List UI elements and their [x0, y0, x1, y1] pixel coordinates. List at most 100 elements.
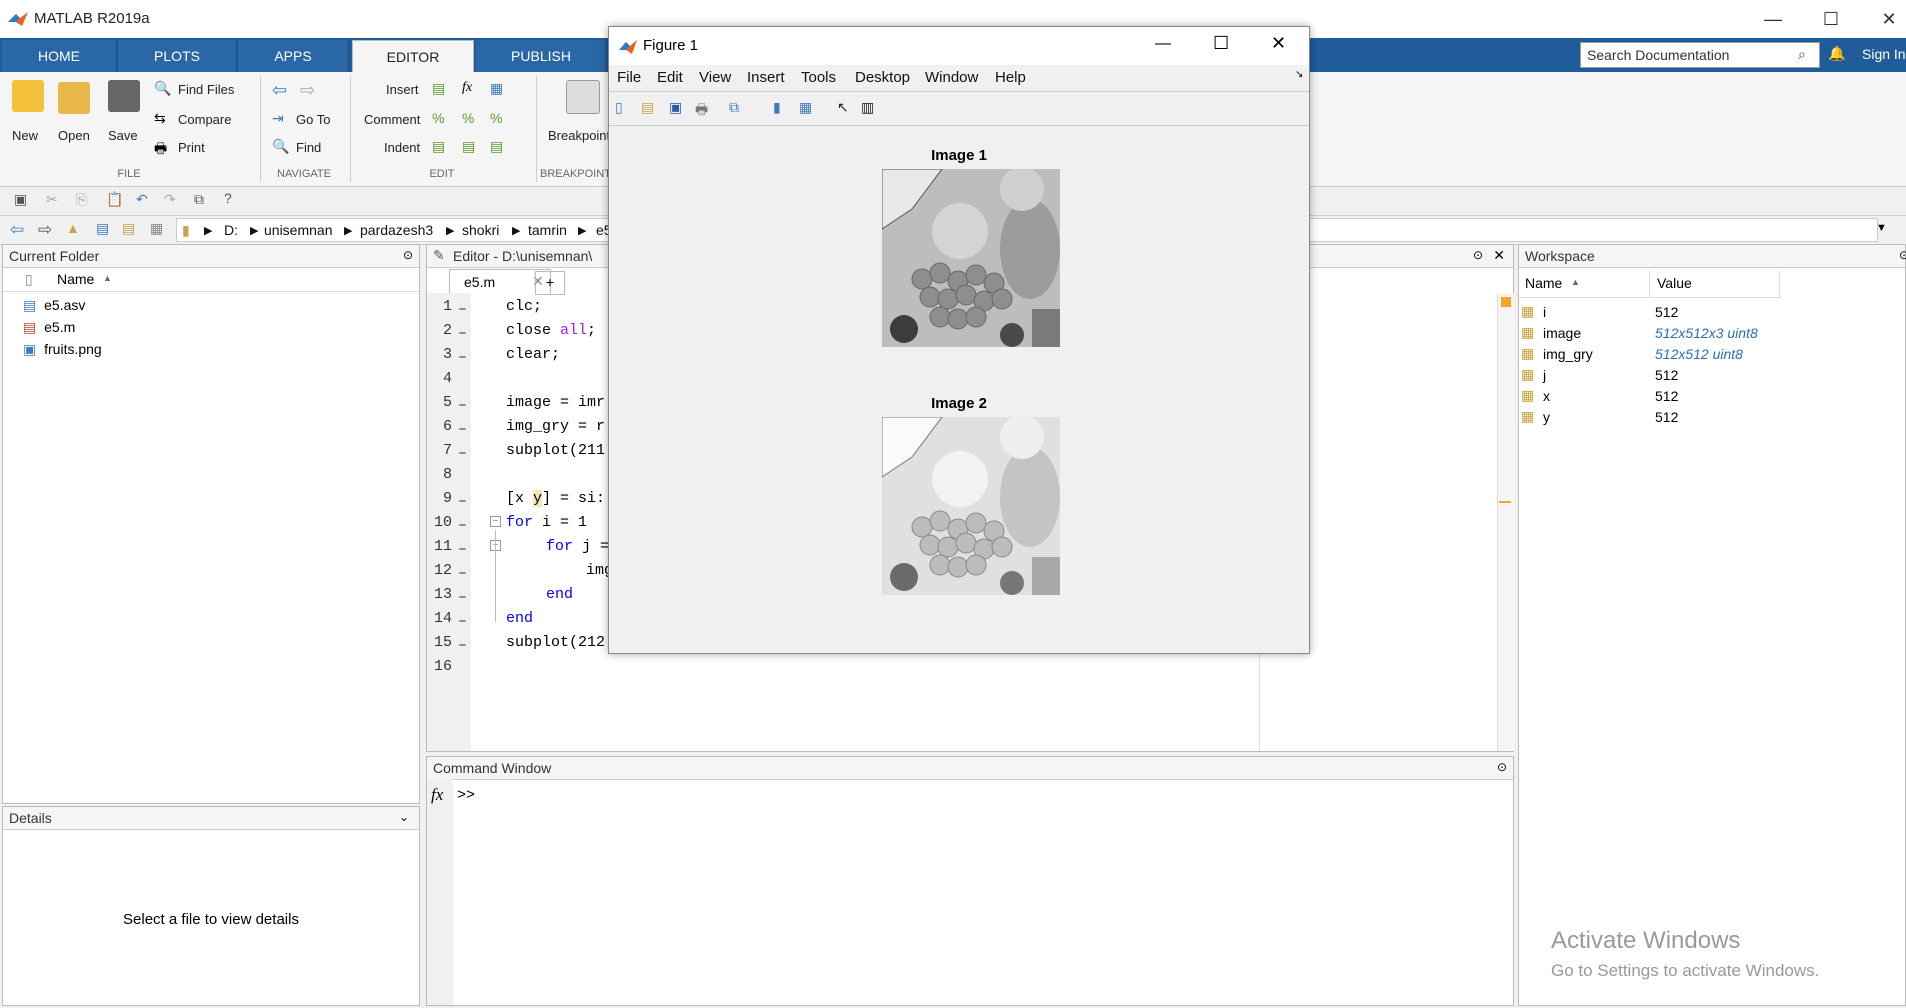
table-row[interactable]: ▦ img_gry 512x512 uint8	[1521, 345, 1781, 363]
back-arrow-icon[interactable]: ⇦	[10, 220, 24, 240]
function-icon[interactable]: ▦	[490, 80, 503, 97]
link-plot-icon[interactable]: ⧉	[729, 99, 749, 119]
maximize-button[interactable]: ☐	[1213, 33, 1229, 54]
list-item[interactable]: ▤ e5.m	[23, 319, 75, 336]
breadcrumb-tamrin[interactable]: tamrin	[528, 222, 567, 238]
breadcrumb-pardazesh3[interactable]: pardazesh3	[360, 222, 433, 238]
open-file-icon[interactable]: ▤	[641, 99, 661, 119]
menu-window[interactable]: Window	[925, 69, 978, 86]
name-column-header[interactable]: Name	[1525, 275, 1562, 291]
code-line-14[interactable]: end	[506, 610, 533, 627]
cut-icon[interactable]: ✂	[46, 191, 58, 208]
table-row[interactable]: ▦ x 512	[1521, 387, 1781, 405]
new-button[interactable]: New	[12, 128, 38, 143]
fx-icon[interactable]: fx	[431, 785, 443, 805]
new-figure-icon[interactable]: ▯	[615, 99, 635, 119]
close-panel-icon[interactable]: ✕	[1493, 247, 1505, 264]
breadcrumb-drive[interactable]: D:	[224, 222, 238, 238]
dock-arrow-icon[interactable]: ↘	[1295, 69, 1303, 80]
code-line-1[interactable]: clc;	[506, 298, 542, 315]
smart-indent-icon[interactable]: ▤	[432, 138, 445, 155]
code-line-15[interactable]: subplot(212	[506, 634, 605, 651]
search-icon[interactable]: ⌕	[1798, 46, 1806, 63]
breakpoints-button[interactable]: Breakpoints	[548, 128, 617, 143]
menu-edit[interactable]: Edit	[657, 69, 683, 86]
menu-help[interactable]: Help	[995, 69, 1026, 86]
tab-plots[interactable]: PLOTS	[118, 40, 237, 72]
editor-scrollbar[interactable]	[1497, 293, 1514, 751]
table-row[interactable]: ▦ y 512	[1521, 408, 1781, 426]
tab-home[interactable]: HOME	[2, 40, 117, 72]
list-item[interactable]: ▣ fruits.png	[23, 341, 102, 358]
compare-button[interactable]: Compare	[178, 112, 231, 127]
wrap-comments-icon[interactable]: %	[490, 110, 502, 126]
code-line-11[interactable]: for j =	[546, 538, 609, 555]
command-prompt[interactable]: >>	[457, 787, 475, 804]
up-folder-icon[interactable]: ▲	[66, 220, 80, 236]
property-editor-icon[interactable]: ▥	[861, 99, 881, 119]
insert-section-icon[interactable]: ▤	[432, 80, 445, 97]
minimize-button[interactable]: —	[1155, 35, 1171, 53]
chevron-down-icon[interactable]: ⌄	[399, 810, 409, 824]
search-documentation-input[interactable]: Search Documentation	[1580, 42, 1820, 68]
panel-menu-icon[interactable]: ⊙	[1497, 760, 1507, 774]
menu-tools[interactable]: Tools	[801, 69, 836, 86]
minimize-button[interactable]: —	[1744, 0, 1802, 38]
fold-toggle-icon[interactable]: −	[490, 516, 501, 527]
menu-desktop[interactable]: Desktop	[855, 69, 910, 86]
forward-arrow-icon[interactable]: ⇨	[38, 220, 52, 240]
table-row[interactable]: ▦ i 512	[1521, 303, 1781, 321]
code-line-2[interactable]: close all;	[506, 322, 596, 339]
name-column-header[interactable]: Name	[57, 271, 94, 287]
maximize-button[interactable]: ☐	[1802, 0, 1860, 38]
chevron-down-icon[interactable]: ▼	[1876, 222, 1887, 234]
warning-marker[interactable]	[1499, 501, 1511, 503]
colorbar-icon[interactable]: ▮	[773, 99, 793, 119]
save-figure-icon[interactable]: ▣	[669, 99, 689, 119]
add-tab-button[interactable]: +	[535, 271, 565, 295]
breadcrumb-shokri[interactable]: shokri	[462, 222, 499, 238]
paste-icon[interactable]: 📋	[106, 191, 123, 208]
code-line-13[interactable]: end	[546, 586, 573, 603]
print-figure-icon[interactable]: 🖶	[695, 99, 715, 119]
table-row[interactable]: ▦ j 512	[1521, 366, 1781, 384]
table-row[interactable]: ▦ image 512x512x3 uint8	[1521, 324, 1781, 342]
comment-button[interactable]: Comment	[364, 112, 420, 127]
copy-icon[interactable]: ⎘	[76, 191, 87, 208]
tab-publish[interactable]: PUBLISH	[476, 40, 607, 72]
menu-view[interactable]: View	[699, 69, 731, 86]
folder-icon[interactable]: ▤	[122, 220, 135, 237]
code-line-10[interactable]: for i = 1	[506, 514, 587, 531]
code-line-6[interactable]: img_gry = r	[506, 418, 605, 435]
save-icon[interactable]: ▣	[14, 191, 27, 208]
back-arrow-icon[interactable]: ⇦	[272, 80, 287, 101]
code-line-7[interactable]: subplot(211	[506, 442, 605, 459]
breakpoint-markers[interactable]: – – – – – – – – – – – – –	[458, 298, 467, 658]
print-button[interactable]: Print	[178, 140, 205, 155]
save-button[interactable]: Save	[108, 128, 138, 143]
bell-icon[interactable]: 🔔	[1828, 45, 1845, 62]
tab-editor[interactable]: EDITOR	[352, 40, 474, 73]
redo-icon[interactable]: ↷	[164, 191, 176, 208]
indent-button[interactable]: Indent	[384, 140, 420, 155]
uncomment-icon[interactable]: %	[462, 110, 474, 126]
undo-icon[interactable]: ↶	[136, 191, 148, 208]
help-icon[interactable]: ?	[224, 190, 232, 206]
list-item[interactable]: ▤ e5.asv	[23, 297, 85, 314]
breadcrumb-unisemnan[interactable]: unisemnan	[264, 222, 333, 238]
forward-arrow-icon[interactable]: ⇨	[300, 80, 315, 101]
open-button[interactable]: Open	[58, 128, 90, 143]
pointer-icon[interactable]: ↖	[837, 99, 857, 119]
code-line-3[interactable]: clear;	[506, 346, 560, 363]
decrease-indent-icon[interactable]: ▤	[462, 138, 475, 155]
close-button[interactable]: ✕	[1860, 0, 1906, 38]
insert-button[interactable]: Insert	[386, 82, 419, 97]
increase-indent-icon[interactable]: ▤	[490, 138, 503, 155]
tab-apps[interactable]: APPS	[238, 40, 349, 72]
panel-menu-icon[interactable]: ⊙	[403, 248, 413, 262]
code-line-9[interactable]: [x y] = si:	[506, 490, 605, 507]
find-button[interactable]: Find	[296, 140, 321, 155]
menu-insert[interactable]: Insert	[747, 69, 785, 86]
legend-icon[interactable]: ▦	[799, 99, 819, 119]
close-button[interactable]: ✕	[1271, 33, 1286, 54]
